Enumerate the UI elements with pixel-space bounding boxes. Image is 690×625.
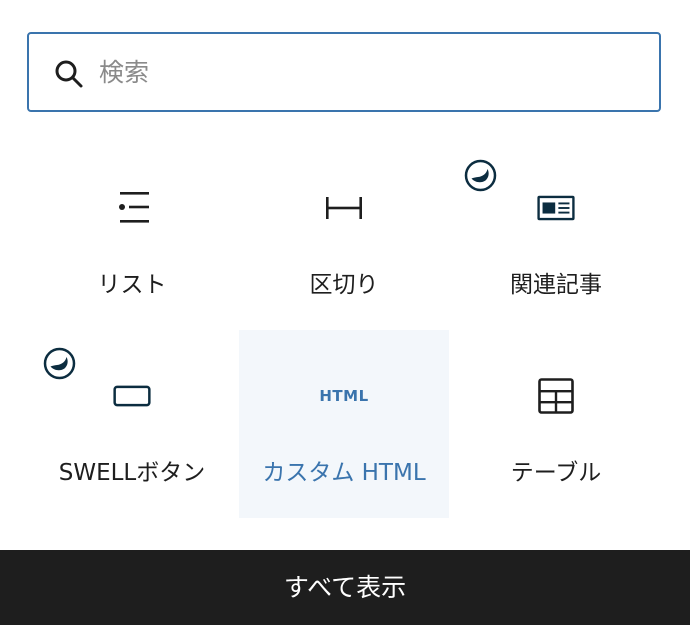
swell-badge-icon: [464, 159, 497, 192]
html-icon: HTML: [319, 387, 369, 405]
swell-badge-icon: [43, 347, 76, 380]
block-label: リスト: [97, 272, 167, 298]
button-icon: [113, 377, 151, 415]
list-icon: [113, 189, 151, 227]
block-grid: リスト 区切り 関連記事 SWELLボタン HTML カスタム HTML テーブ…: [27, 142, 661, 518]
block-label: 区切り: [309, 272, 379, 298]
block-list[interactable]: リスト: [27, 142, 237, 330]
search-box[interactable]: [27, 32, 661, 112]
block-table[interactable]: テーブル: [451, 330, 661, 518]
show-all-button[interactable]: すべて表示: [0, 550, 690, 625]
search-input[interactable]: [99, 50, 639, 94]
block-separator[interactable]: 区切り: [239, 142, 449, 330]
block-label: カスタム HTML: [262, 460, 426, 486]
block-label: SWELLボタン: [58, 460, 206, 486]
block-custom-html[interactable]: HTML カスタム HTML: [239, 330, 449, 518]
separator-icon: [325, 189, 363, 227]
search-icon: [55, 60, 83, 88]
table-icon: [537, 377, 575, 415]
post-card-icon: [537, 189, 575, 227]
block-label: 関連記事: [510, 272, 602, 298]
block-label: テーブル: [510, 460, 602, 486]
